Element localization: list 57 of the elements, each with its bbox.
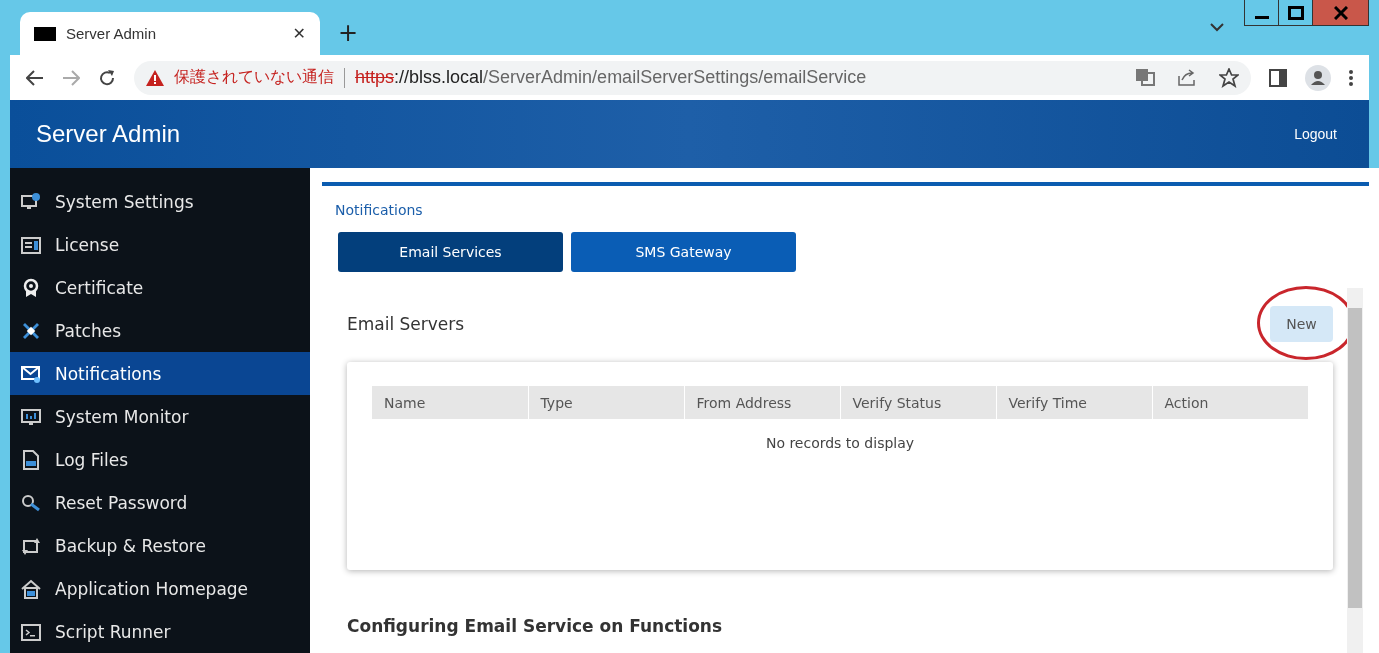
warning-icon — [146, 69, 164, 86]
crossed-bandage-icon — [21, 320, 41, 341]
logout-link[interactable]: Logout — [1288, 125, 1343, 143]
logo-icon — [34, 26, 56, 41]
menu-icon[interactable] — [1349, 69, 1353, 86]
sidebar-item[interactable]: Patches — [10, 309, 310, 352]
envelope-icon — [21, 363, 41, 384]
file-icon — [21, 449, 41, 470]
star-icon[interactable] — [1219, 67, 1239, 88]
column-header[interactable]: Name — [372, 386, 528, 419]
ribbon-icon — [21, 277, 41, 298]
house-icon — [21, 578, 41, 599]
column-header[interactable]: Type — [528, 386, 684, 419]
reload-icon[interactable] — [98, 68, 116, 87]
tab[interactable]: SMS Gateway — [571, 232, 796, 272]
back-icon[interactable] — [26, 69, 44, 86]
sidebar-item[interactable]: Backup & Restore — [10, 524, 310, 567]
sidebar-item[interactable]: System Settings — [10, 180, 310, 223]
address-bar[interactable]: 保護されていない通信 https://blss.local/ServerAdmin/emailServerSettings/emailService — [134, 60, 1251, 95]
scrollbar[interactable] — [1347, 288, 1363, 653]
translate-icon[interactable] — [1135, 67, 1155, 86]
breadcrumb[interactable]: Notifications — [322, 186, 1369, 218]
url-text: https://blss.local/ServerAdmin/emailServerSettings/emailService — [355, 67, 868, 88]
close-button[interactable] — [1312, 0, 1368, 25]
sidebar-item[interactable]: System Monitor — [10, 395, 310, 438]
column-header[interactable]: Verify Status — [840, 386, 996, 419]
sidebar-item[interactable]: Application Homepage — [10, 567, 310, 610]
new-button[interactable]: New — [1270, 306, 1333, 342]
section-title: Email Servers — [347, 314, 465, 334]
column-header[interactable]: Action — [1152, 386, 1308, 419]
column-header[interactable]: From Address — [684, 386, 840, 419]
chevron-down-icon[interactable] — [1210, 22, 1224, 32]
monitor-chart-icon — [21, 406, 41, 427]
sidebar-item[interactable]: Certificate — [10, 266, 310, 309]
empty-message: No records to display — [764, 434, 916, 451]
license-icon — [21, 234, 41, 255]
terminal-icon — [21, 621, 41, 642]
sidebar-item[interactable]: Script Runner — [10, 610, 310, 653]
app-title: Server Admin — [36, 120, 181, 148]
new-tab-button[interactable]: + — [338, 19, 359, 47]
browser-tab[interactable]: Server Admin ✕ — [20, 12, 320, 55]
share-icon[interactable] — [1177, 67, 1197, 86]
column-header[interactable]: Verify Time — [996, 386, 1152, 419]
tab[interactable]: Email Services — [338, 232, 563, 272]
security-warning: 保護されていない通信 — [174, 67, 334, 87]
close-icon — [1333, 5, 1348, 20]
sidebar-item[interactable]: Log Files — [10, 438, 310, 481]
close-tab-button[interactable]: ✕ — [292, 24, 306, 43]
profile-icon[interactable] — [1305, 64, 1331, 91]
side-panel-icon[interactable] — [1269, 68, 1287, 87]
maximize-icon[interactable] — [1287, 5, 1304, 20]
monitor-gear-icon — [21, 191, 41, 212]
tab-title: Server Admin — [66, 25, 158, 42]
section-title: Configuring Email Service on Functions — [346, 615, 724, 636]
sidebar-item[interactable]: Reset Password — [10, 481, 310, 524]
sidebar-item[interactable]: License — [10, 223, 310, 266]
sidebar-item[interactable]: Notifications — [10, 352, 310, 395]
